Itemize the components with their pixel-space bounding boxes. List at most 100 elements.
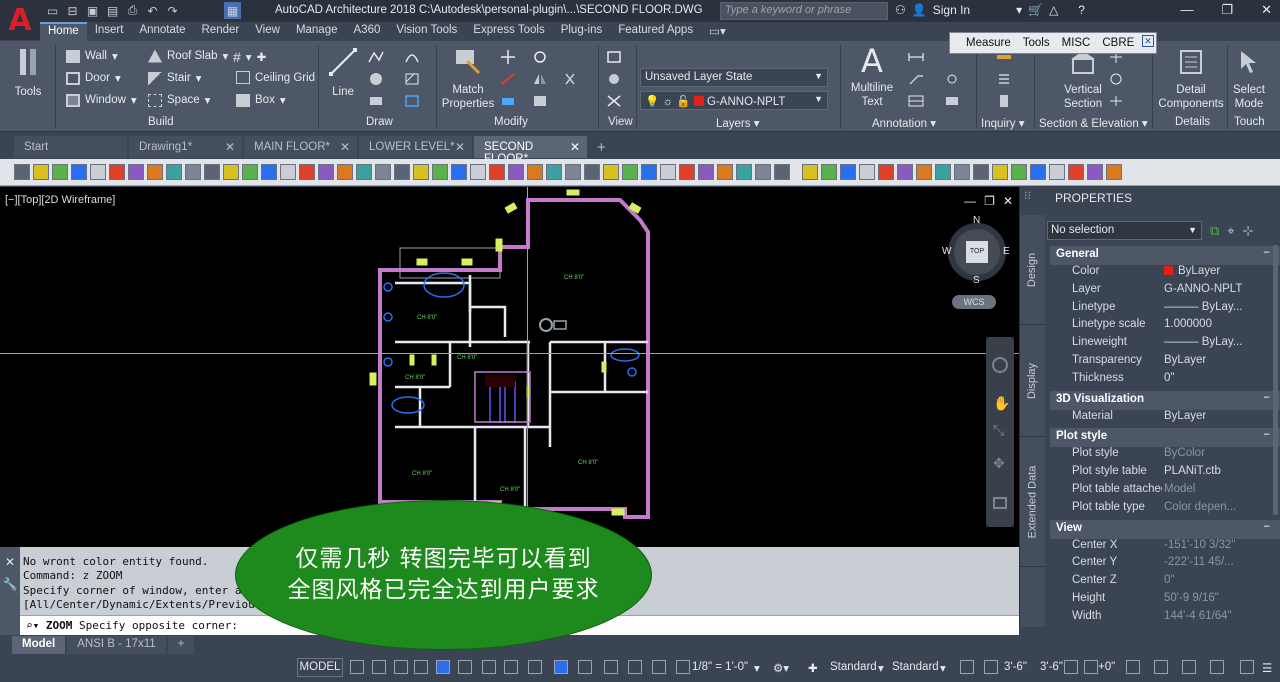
annotation-tool-2-icon[interactable] [944, 94, 960, 108]
details-panel-label[interactable]: Details [1175, 116, 1210, 128]
box-button[interactable]: Box ▾ [236, 93, 286, 107]
property-value[interactable]: 0" [1162, 574, 1280, 592]
select-mode-button[interactable]: Select Mode [1230, 49, 1268, 111]
toolbar-tool-icon[interactable] [52, 164, 68, 180]
customize-icon[interactable]: 🔧 [0, 577, 20, 591]
toolbar-tool-icon[interactable] [935, 164, 951, 180]
annotation-scale[interactable]: 1/8" = 1'-0" [692, 661, 748, 673]
toolbar-tool-icon[interactable] [242, 164, 258, 180]
standard-dropdown-1[interactable]: Standard [830, 661, 877, 673]
tools-button[interactable]: Tools [10, 47, 46, 99]
cbre-tab[interactable]: CBRE [1102, 37, 1134, 49]
close-icon[interactable]: ✕ [455, 140, 465, 154]
collapse-icon[interactable]: − [1263, 521, 1270, 533]
annotation-tool-icon[interactable] [944, 72, 960, 86]
cut-plane-icon[interactable] [984, 660, 998, 674]
toolbar-tool-icon[interactable] [954, 164, 970, 180]
dropdown-arrow[interactable]: ▾ [878, 661, 884, 675]
tab-render[interactable]: Render [194, 22, 248, 41]
toolbar-tool-icon[interactable] [527, 164, 543, 180]
toolbar-tool-icon[interactable] [878, 164, 894, 180]
circle-icon[interactable] [368, 72, 384, 86]
tab-view[interactable]: View [247, 22, 288, 41]
rotate-icon[interactable] [532, 50, 548, 64]
infer-icon[interactable] [394, 660, 408, 674]
properties-scrollbar[interactable] [1273, 245, 1278, 515]
showmotion-icon[interactable] [993, 497, 1007, 509]
properties-icon[interactable] [1210, 660, 1224, 674]
viewcube-south[interactable]: S [973, 275, 980, 286]
viewcube-north[interactable]: N [973, 215, 980, 226]
inquiry-list-icon[interactable] [996, 72, 1012, 86]
pan-icon[interactable]: ✋ [993, 395, 1010, 412]
property-value[interactable]: Model [1162, 483, 1280, 501]
standard-dropdown-2[interactable]: Standard [892, 661, 939, 673]
section-elevation-panel-label[interactable]: Section & Elevation ▾ [1039, 116, 1148, 130]
toolbar-tool-icon[interactable] [774, 164, 790, 180]
toolbar-tool-icon[interactable] [299, 164, 315, 180]
application-menu-button[interactable]: A [0, 0, 40, 40]
toolbar-tool-icon[interactable] [185, 164, 201, 180]
toolbar-tool-icon[interactable] [432, 164, 448, 180]
selection-cycling-icon[interactable] [578, 660, 592, 674]
toolbar-tool-icon[interactable] [413, 164, 429, 180]
property-row[interactable]: Lineweight ——— ByLay... [1050, 336, 1280, 354]
space-button[interactable]: Space ▾ [148, 93, 210, 107]
property-value[interactable]: G-ANNO-NPLT [1162, 283, 1280, 301]
annotation-panel-label[interactable]: Annotation ▾ [872, 116, 936, 130]
toolbar-tool-icon[interactable] [109, 164, 125, 180]
measure-tab[interactable]: Measure [966, 37, 1011, 49]
section-tool-3-icon[interactable] [1108, 94, 1124, 108]
gear-icon[interactable]: ⚙▾ [773, 661, 789, 675]
doc-tab-start[interactable]: Start [14, 136, 127, 158]
undo-icon[interactable]: ↶ [144, 2, 161, 19]
property-value[interactable]: 0" [1162, 372, 1280, 390]
misc-tab[interactable]: MISC [1062, 37, 1091, 49]
toolbar-tool-icon[interactable] [736, 164, 752, 180]
steering-wheel-icon[interactable] [992, 357, 1008, 373]
property-row[interactable]: Color ByLayer [1050, 265, 1280, 283]
line-button[interactable]: Line [325, 47, 361, 99]
toolbar-tool-icon[interactable] [223, 164, 239, 180]
build-panel-label[interactable]: Build [148, 116, 174, 128]
toolbar-tool-icon[interactable] [1087, 164, 1103, 180]
table-icon[interactable] [908, 94, 924, 108]
toolbar-tool-icon[interactable] [147, 164, 163, 180]
toolbar-tool-icon[interactable] [14, 164, 30, 180]
doc-tab-drawing1[interactable]: Drawing1* ✕ [129, 136, 242, 158]
toolbar-tool-icon[interactable] [261, 164, 277, 180]
property-row[interactable]: Plot table attached...Model [1050, 483, 1280, 501]
hatch-icon[interactable] [404, 72, 420, 86]
plot-icon[interactable]: ⎙ [124, 2, 141, 19]
detail-components-button[interactable]: Detail Components [1156, 49, 1226, 111]
toolbar-tool-icon[interactable] [318, 164, 334, 180]
property-row[interactable]: Plot table type Color depen... [1050, 501, 1280, 519]
toolbar-tool-icon[interactable] [755, 164, 771, 180]
vertical-section-button[interactable]: Vertical Section [1058, 49, 1108, 111]
trim-icon[interactable] [500, 72, 516, 86]
toolbar-tool-icon[interactable] [375, 164, 391, 180]
search-input[interactable]: Type a keyword or phrase [720, 2, 888, 20]
toolbar-tool-icon[interactable] [204, 164, 220, 180]
draw-panel-label[interactable]: Draw [366, 116, 393, 128]
workspace-icon[interactable] [652, 660, 666, 674]
sign-in[interactable]: ⚇ 👤 Sign In ▾ 🛒 △ ? [895, 3, 1085, 17]
touch-panel-label[interactable]: Touch [1234, 116, 1265, 128]
doc-tab-main-floor[interactable]: MAIN FLOOR* ✕ [244, 136, 357, 158]
orbit-icon[interactable]: ✥ [993, 455, 1005, 472]
drawing-viewport[interactable]: [−][Top][2D Wireframe] — ❐ ✕ CH 8'0" CH … [0, 187, 1019, 547]
property-row[interactable]: Center Z 0" [1050, 574, 1280, 592]
isodraft-icon[interactable] [458, 660, 472, 674]
property-row[interactable]: Thickness 0" [1050, 372, 1280, 390]
arc-icon[interactable] [404, 50, 420, 64]
lineweight-icon[interactable] [528, 660, 542, 674]
toolbar-tool-icon[interactable] [337, 164, 353, 180]
toolbar-tool-icon[interactable] [840, 164, 856, 180]
sign-in-label[interactable]: Sign In [933, 3, 970, 17]
property-value[interactable]: ByLayer [1162, 265, 1280, 283]
ribbon-options-icon[interactable]: ▭▾ [701, 22, 734, 41]
cart-icon[interactable]: 🛒 [1028, 3, 1043, 17]
window-button[interactable]: Window ▾ [66, 93, 137, 107]
door-button[interactable]: Door ▾ [66, 71, 121, 85]
grid-icon[interactable] [350, 660, 364, 674]
